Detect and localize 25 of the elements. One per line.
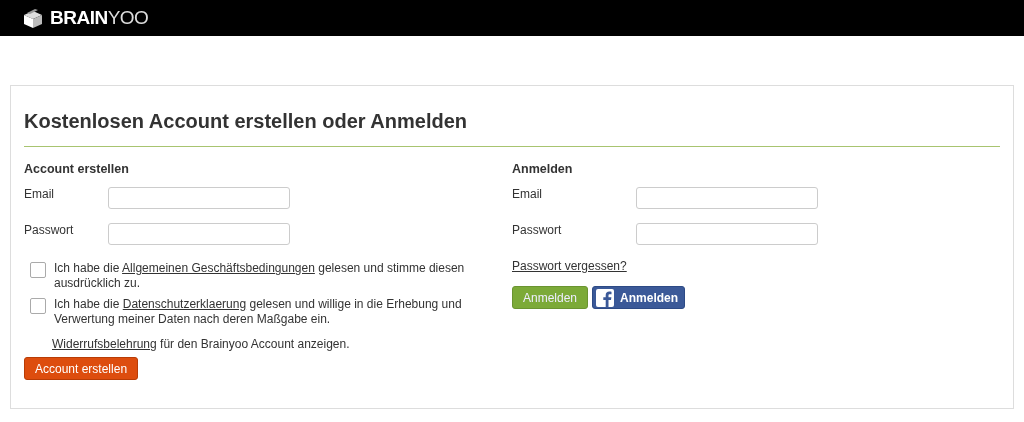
forgot-password-link[interactable]: Passwort vergessen? (512, 259, 627, 273)
section-heading: Account erstellen (24, 161, 130, 177)
section-heading: Anmelden (512, 161, 574, 177)
create-account-button[interactable]: Account erstellen (24, 357, 139, 380)
input-field[interactable] (108, 223, 290, 245)
input-field[interactable] (108, 187, 290, 209)
terms-link[interactable]: Allgemeinen Geschäftsbedingungen (122, 261, 315, 275)
page-title: Kostenlosen Account erstellen oder Anmelden (24, 109, 469, 134)
revocation-text: Widerrufsbelehrung für den Brainyoo Account anzeigen. (52, 337, 351, 351)
field-label: Email (24, 187, 55, 201)
facebook-icon (596, 288, 615, 307)
input-field[interactable] (636, 187, 818, 209)
field-label: Passwort (24, 223, 75, 237)
terms-link[interactable]: Datenschutzerklaerung (122, 297, 247, 311)
checkbox[interactable] (30, 262, 46, 278)
revocation-link[interactable]: Widerrufsbelehrung (52, 337, 157, 351)
input-field[interactable] (636, 223, 818, 245)
consent-text: Ich habe die Allgemeinen Geschäftsbedingungen gelesen und stimme diesen ausdrücklich zu. (54, 261, 466, 291)
logo-text[interactable]: BRAINYOO (50, 7, 149, 29)
facebook-login-button[interactable]: Anmelden (592, 286, 686, 309)
field-label: Email (512, 187, 543, 201)
box-icon (22, 7, 44, 29)
consent-text: Ich habe die Datenschutzerklaerung gelesen und willige in die Erhebung und Verwertung meiner Daten nach deren Maßgabe ein. (54, 297, 463, 327)
checkbox[interactable] (30, 298, 46, 314)
field-label: Passwort (512, 223, 563, 237)
